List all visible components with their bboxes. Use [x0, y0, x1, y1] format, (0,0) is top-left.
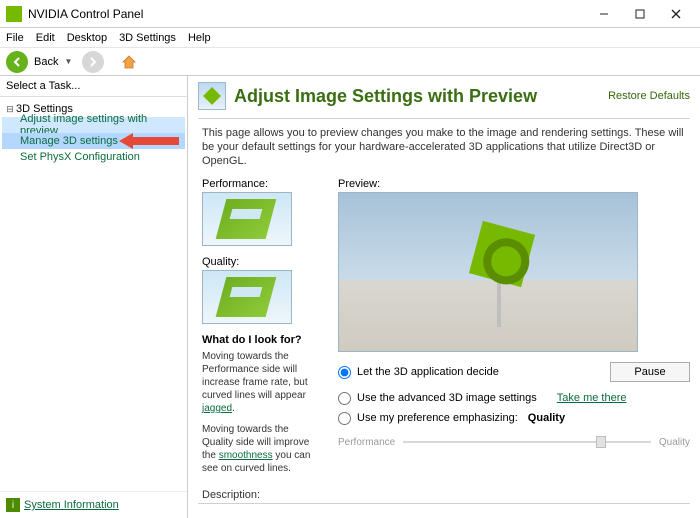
quality-label: Quality: [202, 256, 322, 268]
radio-label: Use the advanced 3D image settings [357, 392, 537, 404]
divider [198, 118, 690, 119]
nvidia-app-icon [6, 6, 22, 22]
slider-left-label: Performance [338, 437, 395, 448]
lookfor-para-2: Moving towards the Quality side will imp… [202, 423, 322, 475]
text: . [232, 403, 235, 414]
quality-thumbnail [202, 270, 292, 324]
close-button[interactable] [658, 3, 694, 25]
radio-label: Let the 3D application decide [357, 366, 499, 378]
annotation-arrow-icon [119, 134, 189, 148]
page-title: Adjust Image Settings with Preview [234, 86, 608, 107]
menu-file[interactable]: File [6, 32, 24, 44]
lookfor-para-1: Moving towards the Performance side will… [202, 350, 322, 415]
smoothness-link[interactable]: smoothness [219, 450, 273, 461]
radio-use-advanced[interactable] [338, 392, 351, 405]
toolbar: Back ▼ [0, 48, 700, 76]
take-me-there-link[interactable]: Take me there [557, 392, 627, 404]
tree-expander-icon[interactable]: ⊟ [4, 104, 16, 115]
menu-edit[interactable]: Edit [36, 32, 55, 44]
task-tree: ⊟ 3D Settings Adjust image settings with… [0, 97, 187, 491]
sidebar: Select a Task... ⊟ 3D Settings Adjust im… [0, 76, 188, 518]
preview-label: Preview: [338, 178, 690, 190]
performance-thumbnail [202, 192, 292, 246]
left-column: Performance: Quality: What do I look for… [202, 178, 322, 475]
sidebar-header: Select a Task... [0, 76, 187, 97]
lookfor-title: What do I look for? [202, 334, 322, 346]
home-icon[interactable] [120, 53, 138, 71]
preview-pane [338, 192, 638, 352]
menu-help[interactable]: Help [188, 32, 211, 44]
pause-button[interactable]: Pause [610, 362, 690, 382]
maximize-button[interactable] [622, 3, 658, 25]
tree-item-adjust-image[interactable]: Adjust image settings with preview [2, 117, 185, 133]
tree-item-physx[interactable]: Set PhysX Configuration [2, 149, 185, 165]
info-icon: i [6, 498, 20, 512]
minimize-button[interactable] [586, 3, 622, 25]
quality-slider[interactable] [403, 434, 651, 450]
menu-bar: File Edit Desktop 3D Settings Help [0, 28, 700, 48]
window-title: NVIDIA Control Panel [28, 7, 586, 21]
tree-item-label[interactable]: Set PhysX Configuration [20, 151, 140, 163]
back-button[interactable] [6, 51, 28, 73]
system-information[interactable]: i System Information [0, 491, 187, 518]
tree-item-manage-3d[interactable]: Manage 3D settings [2, 133, 185, 149]
page-intro: This page allows you to preview changes … [198, 127, 690, 168]
settings-radios: Let the 3D application decide [338, 362, 610, 382]
text: Moving towards the Performance side will… [202, 351, 308, 401]
back-dropdown-icon[interactable]: ▼ [64, 57, 72, 66]
slider-knob-icon[interactable] [596, 436, 606, 448]
nvidia-3d-logo-icon [469, 217, 539, 317]
system-information-link[interactable]: System Information [24, 499, 119, 511]
back-label: Back [34, 56, 58, 68]
description-label: Description: [198, 489, 690, 501]
performance-label: Performance: [202, 178, 322, 190]
radio-let-app-decide[interactable] [338, 366, 351, 379]
restore-defaults-link[interactable]: Restore Defaults [608, 90, 690, 102]
forward-button[interactable] [82, 51, 104, 73]
jagged-link[interactable]: jagged [202, 403, 232, 414]
right-column: Preview: Let the 3D application decide P… [338, 178, 690, 475]
quality-slider-row: Performance Quality [338, 434, 690, 450]
preference-value: Quality [528, 412, 565, 424]
radio-use-preference[interactable] [338, 412, 351, 425]
title-bar: NVIDIA Control Panel [0, 0, 700, 28]
radio-label: Use my preference emphasizing: [357, 412, 518, 424]
slider-right-label: Quality [659, 437, 690, 448]
menu-3d-settings[interactable]: 3D Settings [119, 32, 176, 44]
page-header-icon [198, 82, 226, 110]
divider [198, 503, 690, 504]
tree-item-label[interactable]: Manage 3D settings [20, 135, 118, 147]
menu-desktop[interactable]: Desktop [67, 32, 107, 44]
content-pane: Adjust Image Settings with Preview Resto… [188, 76, 700, 518]
